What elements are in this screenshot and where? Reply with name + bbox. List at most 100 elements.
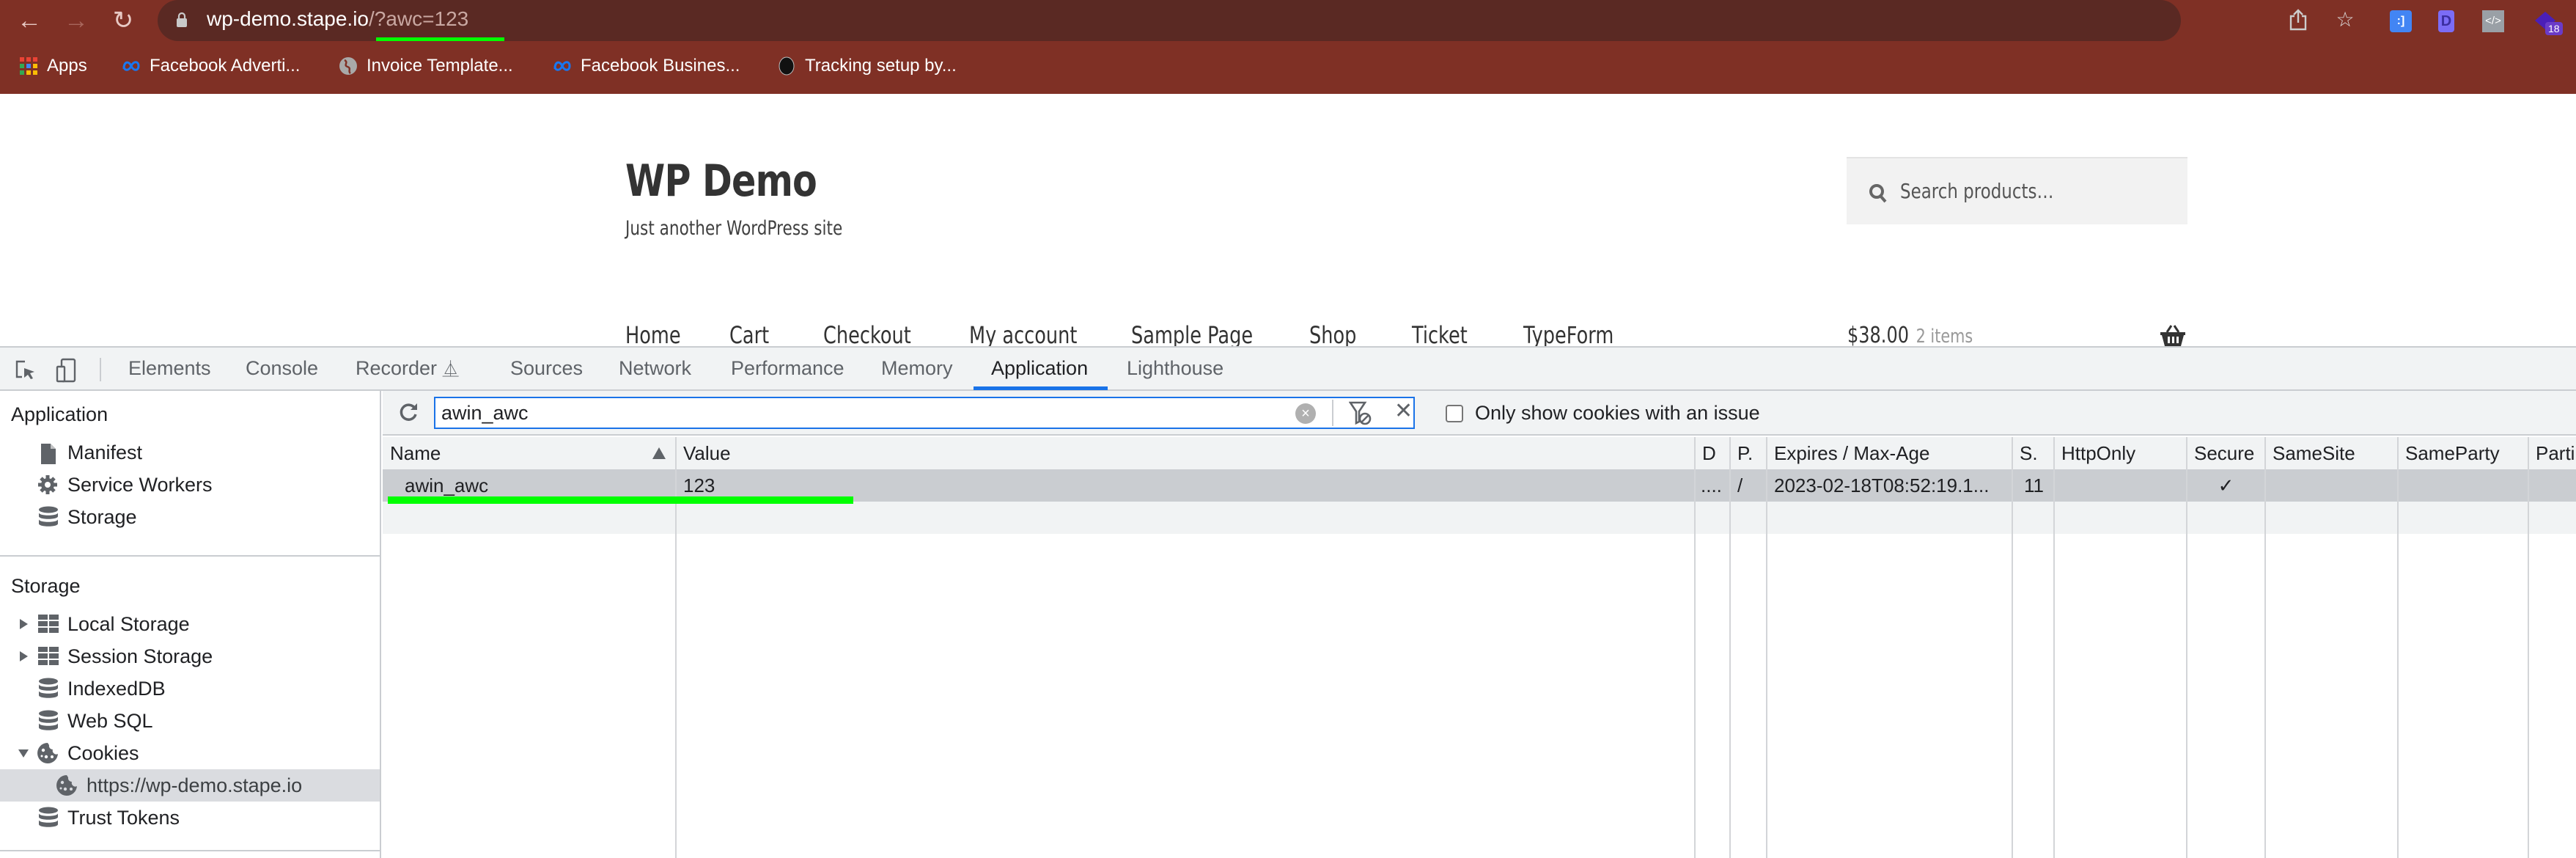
cell-secure[interactable]: ✓ (2187, 469, 2265, 502)
tab-network[interactable]: Network (619, 348, 691, 389)
product-search-input[interactable]: Search products… (1847, 157, 2187, 224)
cell-httponly[interactable] (2054, 469, 2187, 502)
column-header-name[interactable]: Name (383, 437, 676, 469)
tab-performance[interactable]: Performance (731, 348, 844, 389)
column-header-path[interactable]: P. (1730, 437, 1767, 469)
browser-chrome: ← → ↻ wp-demo.stape.io/?awc=123 ☆ :] D <… (0, 0, 2576, 94)
delete-all-cookies-button[interactable]: ✕ (1394, 398, 1413, 424)
cookie-icon (56, 775, 77, 796)
cell-domain[interactable]: .... (1695, 469, 1730, 502)
expand-arrow-icon[interactable] (20, 619, 28, 629)
column-header-httponly[interactable]: HttpOnly (2054, 437, 2187, 469)
column-resizer[interactable] (2012, 437, 2013, 858)
reload-button[interactable]: ↻ (108, 6, 138, 35)
sidebar-item-local-storage[interactable]: Local Storage (0, 608, 380, 640)
nav-cart[interactable]: Cart (729, 321, 769, 346)
arrow-left-icon: ← (17, 7, 42, 34)
cell-expires[interactable]: 2023-02-18T08:52:19.1... (1767, 469, 2012, 502)
nav-sample-page[interactable]: Sample Page (1131, 321, 1253, 346)
sidebar-item-web-sql[interactable]: Web SQL (0, 705, 380, 737)
column-resizer[interactable] (2397, 437, 2399, 858)
column-resizer[interactable] (1694, 437, 1696, 858)
column-resizer[interactable] (1766, 437, 1767, 858)
inspect-element-icon[interactable] (15, 359, 37, 381)
bookmark-star-button[interactable]: ☆ (2334, 9, 2356, 31)
d-extension-icon: D (2440, 13, 2452, 29)
sidebar-item-indexeddb[interactable]: IndexedDB (0, 672, 380, 705)
share-button[interactable] (2287, 9, 2309, 31)
sidebar-item-cookies[interactable]: Cookies (0, 737, 380, 769)
column-header-secure[interactable]: Secure (2187, 437, 2265, 469)
tab-console[interactable]: Console (246, 348, 318, 389)
table-row-empty (383, 502, 2576, 534)
tab-lighthouse[interactable]: Lighthouse (1127, 348, 1223, 389)
cookie-filter-input[interactable] (434, 397, 1415, 429)
tab-application[interactable]: Application (991, 348, 1088, 389)
cell-path[interactable]: / (1730, 469, 1767, 502)
cell-sameparty[interactable] (2398, 469, 2528, 502)
expand-arrow-icon[interactable] (20, 651, 28, 661)
sidebar-item-label: Service Workers (67, 473, 213, 496)
meta-icon (553, 61, 571, 71)
site-title[interactable]: WP Demo (625, 155, 817, 207)
only-issue-label[interactable]: Only show cookies with an issue (1475, 402, 1760, 425)
extension-code[interactable]: </> (2482, 10, 2504, 32)
bookmark-tracking-setup[interactable]: Tracking setup by... (777, 51, 957, 81)
url-text[interactable]: wp-demo.stape.io/?awc=123 (207, 7, 468, 31)
tab-sources[interactable]: Sources (510, 348, 583, 389)
sidebar-item-session-storage[interactable]: Session Storage (0, 640, 380, 672)
tab-elements[interactable]: Elements (128, 348, 211, 389)
nav-ticket[interactable]: Ticket (1412, 321, 1468, 346)
tab-recorder[interactable]: Recorder ⏅ (356, 348, 459, 389)
bookmark-facebook-advertising[interactable]: Facebook Adverti... (122, 51, 300, 81)
cell-partition[interactable] (2528, 469, 2576, 502)
sidebar-heading-application: Application (11, 403, 108, 425)
sidebar-item-manifest[interactable]: Manifest (0, 436, 380, 469)
tab-label: Recorder (356, 357, 438, 379)
only-issue-checkbox[interactable] (1446, 405, 1463, 422)
extension-stape[interactable]: 18 (2533, 10, 2563, 35)
site-tagline: Just another WordPress site (625, 217, 843, 240)
cell-size[interactable]: 11 (2012, 469, 2054, 502)
back-button[interactable]: ← (15, 6, 44, 35)
column-header-domain[interactable]: D (1695, 437, 1730, 469)
column-header-sameparty[interactable]: SameParty (2398, 437, 2528, 469)
nav-my-account[interactable]: My account (969, 321, 1077, 346)
column-resizer[interactable] (2053, 437, 2055, 858)
column-resizer[interactable] (2528, 437, 2529, 858)
column-resizer[interactable] (2264, 437, 2266, 858)
clear-filtered-cookies-icon[interactable] (1349, 401, 1372, 426)
sidebar-item-cookie-origin[interactable]: https://wp-demo.stape.io (0, 769, 380, 802)
sidebar-item-service-workers[interactable]: Service Workers (0, 469, 380, 501)
gear-icon (38, 475, 57, 494)
nav-checkout[interactable]: Checkout (823, 321, 911, 346)
collapse-arrow-icon[interactable] (18, 749, 29, 758)
sidebar-item-label: Local Storage (67, 612, 190, 635)
column-header-size[interactable]: S. (2012, 437, 2054, 469)
extension-tag-assistant[interactable]: :] (2390, 10, 2412, 32)
close-circle-icon: × (1301, 406, 1310, 422)
forward-button[interactable]: → (62, 6, 91, 35)
bookmark-apps[interactable]: Apps (19, 51, 87, 81)
nav-typeform[interactable]: TypeForm (1523, 321, 1613, 346)
column-header-value[interactable]: Value (676, 437, 1695, 469)
sidebar-item-storage-overview[interactable]: Storage (0, 501, 380, 533)
extension-d[interactable]: D (2438, 10, 2454, 32)
column-header-partition[interactable]: Parti (2528, 437, 2576, 469)
bookmark-invoice-template[interactable]: Invoice Template... (339, 51, 513, 81)
cart-summary[interactable]: $38.00 2 items (1847, 323, 1973, 348)
clear-filter-button[interactable]: × (1295, 403, 1316, 424)
sidebar-item-trust-tokens[interactable]: Trust Tokens (0, 802, 380, 834)
nav-shop[interactable]: Shop (1309, 321, 1356, 346)
cell-samesite[interactable] (2265, 469, 2398, 502)
refresh-icon[interactable] (397, 401, 419, 423)
column-header-samesite[interactable]: SameSite (2265, 437, 2398, 469)
column-header-expires[interactable]: Expires / Max-Age (1767, 437, 2012, 469)
device-toolbar-icon[interactable] (56, 358, 76, 383)
column-resizer[interactable] (1729, 437, 1731, 858)
bookmark-facebook-business[interactable]: Facebook Busines... (553, 51, 740, 81)
basket-icon[interactable] (2160, 325, 2186, 347)
tab-memory[interactable]: Memory (881, 348, 953, 389)
column-resizer[interactable] (2186, 437, 2187, 858)
nav-home[interactable]: Home (625, 321, 681, 346)
